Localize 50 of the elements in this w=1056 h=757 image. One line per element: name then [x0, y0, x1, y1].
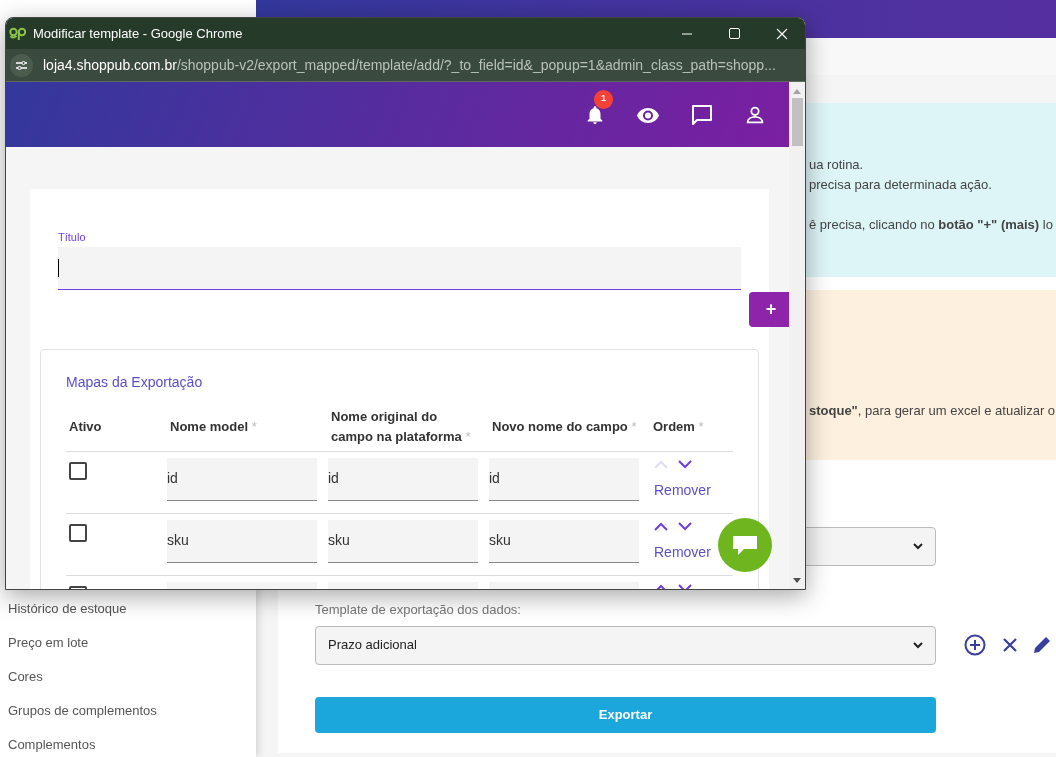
info-text: ê precisa, clicando no botão "+" (mais) lo [809, 216, 1054, 234]
checkbox[interactable] [69, 523, 87, 542]
caret-icon [913, 641, 923, 649]
window-title: Modificar template - Google Chrome [33, 24, 243, 43]
column-header: Novo nome do campo * [491, 417, 638, 436]
sidebar-item[interactable]: Complementos [0, 728, 256, 757]
text-input[interactable]: id [167, 457, 317, 501]
url-text: loja4.shoppub.com.br/shoppub-v2/export_mapped/template/add/?_to_field=id&_popup=1&admin_class_path=shopp... [43, 55, 776, 75]
field-label: Template de exportação dos dados: [315, 601, 522, 619]
text-input[interactable]: sku [489, 519, 639, 563]
warning-text: stoque", para gerar um excel e atualizar o [809, 402, 1056, 420]
info-text: precisa para determinada ação. [809, 176, 993, 194]
chevron-up-icon[interactable] [654, 521, 668, 531]
sidebar-item[interactable]: Histórico de estoque [0, 592, 256, 626]
scroll-down-icon[interactable] [793, 578, 801, 583]
site-settings-icon[interactable] [10, 53, 33, 77]
template-select[interactable]: Prazo adicional [315, 625, 936, 665]
add-circle-icon[interactable] [964, 634, 986, 656]
sidebar-item[interactable]: Grupos de complementos [0, 694, 256, 728]
checkbox[interactable] [69, 461, 87, 480]
field-label: Título [58, 230, 87, 245]
column-header: Nome original do campo na plataforma * [330, 407, 472, 446]
text-input[interactable]: sku [167, 519, 317, 563]
title-input[interactable] [58, 246, 741, 290]
close-icon[interactable] [1002, 637, 1018, 653]
sidebar-item[interactable]: Cores [0, 660, 256, 694]
info-text: ua rotina. [809, 156, 865, 174]
column-header: Nome model * [169, 417, 258, 436]
text-input[interactable]: sku [328, 519, 478, 563]
caret-icon [913, 543, 923, 550]
address-bar[interactable]: loja4.shoppub.com.br/shoppub-v2/export_mapped/template/add/?_to_field=id&_popup=1&admin_class_path=shopp... [6, 49, 805, 82]
text-input[interactable]: id [489, 457, 639, 501]
chat-bubble-icon [732, 534, 758, 556]
chevron-down-icon[interactable] [678, 459, 692, 469]
column-header: Ativo [68, 417, 103, 436]
sidebar-item[interactable]: Preço em lote [0, 626, 256, 660]
scrollbar[interactable] [789, 82, 805, 589]
chevron-down-icon[interactable] [678, 521, 692, 531]
scrollbar-thumb[interactable] [791, 98, 803, 146]
text-input[interactable]: id [328, 457, 478, 501]
pencil-icon[interactable] [1032, 635, 1052, 655]
remove-link[interactable]: Remover [654, 541, 711, 563]
app-logo-icon [9, 26, 27, 41]
chat-icon[interactable] [690, 102, 714, 127]
section-title: Mapas da Exportação [66, 372, 204, 392]
notification-badge: 1 [594, 89, 613, 109]
column-header: Ordem * [652, 417, 705, 436]
add-button[interactable]: + [749, 291, 789, 327]
remove-link[interactable]: Remover [654, 479, 711, 501]
maximize-icon[interactable] [729, 28, 740, 39]
